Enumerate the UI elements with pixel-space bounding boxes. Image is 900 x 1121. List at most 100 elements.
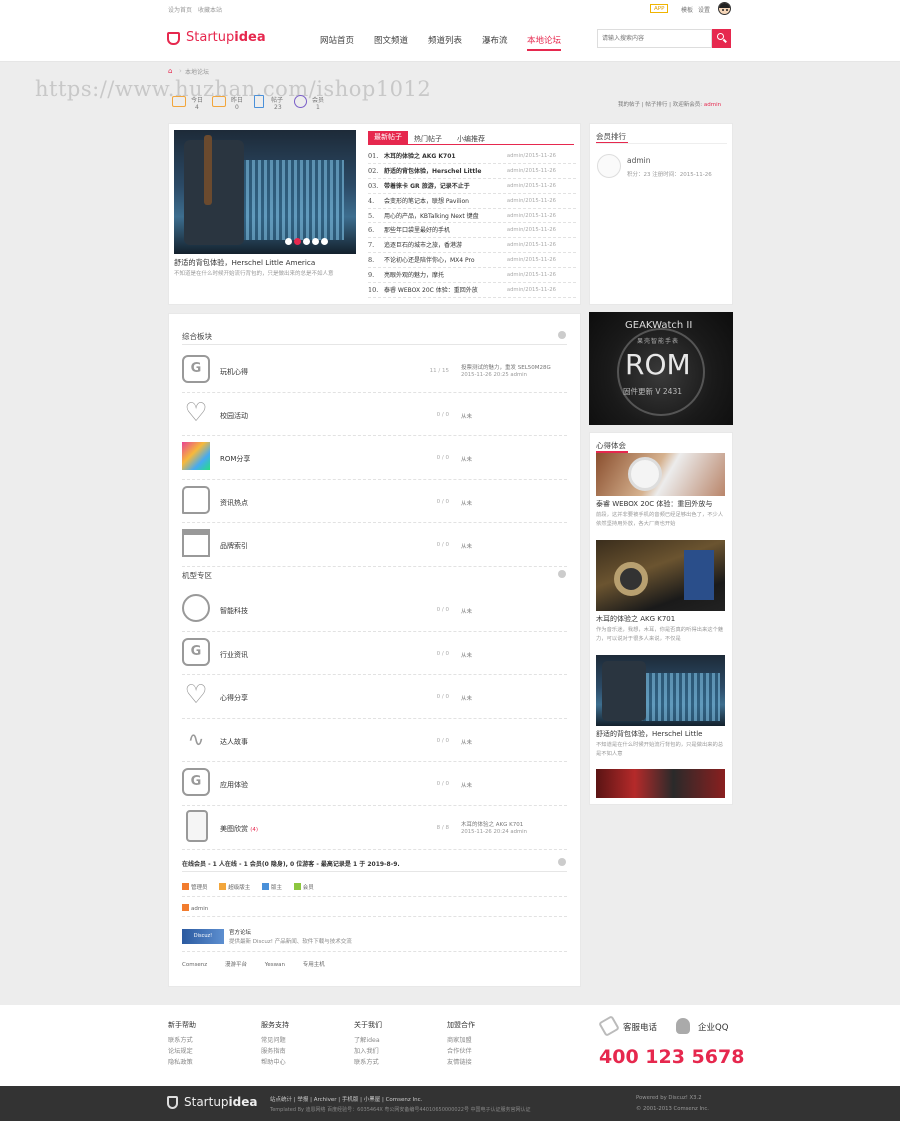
- set-home-link[interactable]: 设为首页: [168, 5, 192, 14]
- pick-image-headphones[interactable]: [596, 540, 725, 611]
- footer-link[interactable]: 隐私政策: [168, 1057, 196, 1068]
- post-title[interactable]: 带着徕卡 GR 旅游，记录不止于: [384, 183, 470, 190]
- forum-row[interactable]: 资讯热点 0 / 0 从未: [182, 480, 567, 524]
- friend-link[interactable]: 漫游平台: [225, 962, 247, 968]
- footer-link[interactable]: 合作伙伴: [447, 1046, 475, 1057]
- post-row[interactable]: 4. 会变形的笔记本，联想 Pavilion admin/2015-11-26: [368, 194, 576, 209]
- forum-row[interactable]: ROM分享 0 / 0 从未: [182, 436, 567, 480]
- post-title[interactable]: 会变形的笔记本，联想 Pavilion: [384, 198, 469, 205]
- my-posts-link[interactable]: 我的帖子: [618, 102, 640, 108]
- forum-name[interactable]: 达人故事: [220, 738, 248, 746]
- post-row[interactable]: 5. 用心的产品，KBTalking Next 键盘 admin/2015-11-2…: [368, 209, 576, 224]
- slider-dot[interactable]: [312, 238, 319, 245]
- collapse-icon[interactable]: [558, 331, 566, 339]
- pick-title[interactable]: 舒适的背包体验，Herschel Little: [596, 729, 702, 739]
- logo[interactable]: Startupidea: [186, 30, 266, 45]
- rank-link[interactable]: 帖子排行: [645, 102, 667, 108]
- nav-waterfall[interactable]: 瀑布流: [482, 34, 508, 46]
- bottom-links[interactable]: 站点统计 | 举报 | Archiver | 手机版 | 小黑屋 | Comse…: [270, 1095, 422, 1103]
- footer-link[interactable]: 加入我们: [354, 1046, 382, 1057]
- tab-latest[interactable]: 最新帖子: [368, 131, 408, 144]
- forum-last-post[interactable]: 从未: [461, 738, 472, 746]
- featured-title[interactable]: 舒适的背包体验，Herschel Little America: [174, 258, 315, 268]
- nav-channels[interactable]: 频道列表: [428, 34, 462, 46]
- tab-recommended[interactable]: 小编推荐: [457, 134, 485, 144]
- forum-last-post[interactable]: 从未: [461, 499, 472, 507]
- avatar[interactable]: [718, 2, 731, 15]
- post-row[interactable]: 01. 木耳的体验之 AKG K701 admin/2015-11-26: [368, 149, 576, 164]
- forum-name[interactable]: 校园活动: [220, 412, 248, 420]
- footer-link[interactable]: 联系方式: [168, 1035, 196, 1046]
- forum-name[interactable]: 美图欣赏: [220, 825, 248, 833]
- post-row[interactable]: 6. 那些年口袋里最好的手机 admin/2015-11-26: [368, 223, 576, 239]
- official-logo[interactable]: Discuz!: [182, 929, 224, 944]
- post-row[interactable]: 8. 不论初心还是陪伴你心，MX4 Pro admin/2015-11-26: [368, 253, 576, 269]
- forum-last-post[interactable]: 从未: [461, 542, 472, 550]
- pick-image-backpack[interactable]: [596, 655, 725, 726]
- featured-image[interactable]: [174, 130, 356, 254]
- newest-member-link[interactable]: admin: [704, 102, 721, 108]
- powered-by[interactable]: Powered by Discuz! X3.2: [636, 1095, 702, 1101]
- forum-row[interactable]: 智能科技 0 / 0 从未: [182, 588, 567, 632]
- footer-link[interactable]: 常见问题: [261, 1035, 289, 1046]
- footer-link[interactable]: 帮助中心: [261, 1057, 289, 1068]
- post-title[interactable]: 不论初心还是陪伴你心，MX4 Pro: [384, 257, 475, 264]
- slider-dot[interactable]: [303, 238, 310, 245]
- forum-row[interactable]: ♡ 校园活动 0 / 0 从未: [182, 393, 567, 437]
- forum-row[interactable]: ∿ 达人故事 0 / 0 从未: [182, 719, 567, 763]
- friend-link[interactable]: Yeswan: [265, 962, 285, 968]
- forum-last-post[interactable]: 从未: [461, 455, 472, 463]
- friend-link[interactable]: 专用主机: [303, 962, 325, 968]
- post-row[interactable]: 02. 舒适的背包体验，Herschel Little admin/2015-11-…: [368, 164, 576, 179]
- forum-name[interactable]: 行业资讯: [220, 651, 248, 659]
- forum-name[interactable]: ROM分享: [220, 455, 250, 463]
- forum-last-post[interactable]: 从未: [461, 607, 472, 615]
- forum-last-post[interactable]: 从未: [461, 651, 472, 659]
- forum-last-post[interactable]: 从未: [461, 412, 472, 420]
- forum-last-post[interactable]: 从未: [461, 781, 472, 789]
- settings-link[interactable]: 设置: [698, 5, 710, 14]
- search-input[interactable]: [597, 29, 712, 48]
- forum-last-post[interactable]: 投票测试的魅力，重发 SEL50M28G: [461, 363, 551, 371]
- qq-label[interactable]: 企业QQ: [698, 1021, 728, 1033]
- footer-link[interactable]: 论坛规定: [168, 1046, 196, 1057]
- post-title[interactable]: 用心的产品，KBTalking Next 键盘: [384, 213, 479, 220]
- official-title[interactable]: 官方论坛: [229, 928, 251, 936]
- slider-dot[interactable]: [285, 238, 292, 245]
- online-user[interactable]: admin: [182, 904, 208, 912]
- bookmark-link[interactable]: 收藏本站: [198, 5, 222, 14]
- slider-dot-active[interactable]: [294, 238, 301, 245]
- forum-name[interactable]: 心得分享: [220, 694, 248, 702]
- friend-link[interactable]: Comsenz: [182, 962, 207, 968]
- post-title[interactable]: 亮眼外观的魅力，摩托: [384, 272, 444, 279]
- pick-image-more[interactable]: [596, 769, 725, 798]
- post-row[interactable]: 10. 泰睿 WEBOX 20C 体验：重回外放 admin/2015-11-26: [368, 283, 576, 298]
- app-badge[interactable]: APP: [650, 4, 669, 13]
- slider-dot[interactable]: [321, 238, 328, 245]
- forum-row[interactable]: ♡ 心得分享 0 / 0 从未: [182, 675, 567, 719]
- forum-row[interactable]: G 应用体验 0 / 0 从未: [182, 762, 567, 806]
- forum-name[interactable]: 智能科技: [220, 607, 248, 615]
- forum-name[interactable]: 玩机心得: [220, 368, 248, 376]
- forum-name[interactable]: 品牌索引: [220, 542, 248, 550]
- pick-title[interactable]: 木耳的体验之 AKG K701: [596, 614, 675, 624]
- post-row[interactable]: 03. 带着徕卡 GR 旅游，记录不止于 admin/2015-11-26: [368, 179, 576, 194]
- search-button[interactable]: [712, 29, 731, 48]
- forum-row[interactable]: G 玩机心得 11 / 15 投票测试的魅力，重发 SEL50M28G 2015-11-…: [182, 349, 567, 393]
- forum-name[interactable]: 应用体验: [220, 781, 248, 789]
- post-title[interactable]: 木耳的体验之 AKG K701: [384, 153, 456, 160]
- footer-logo[interactable]: Startupidea: [184, 1095, 258, 1109]
- footer-link[interactable]: 了解idea: [354, 1035, 382, 1046]
- footer-link[interactable]: 商家加盟: [447, 1035, 475, 1046]
- forum-name[interactable]: 资讯热点: [220, 499, 248, 507]
- nav-home[interactable]: 网站首页: [320, 34, 354, 46]
- breadcrumb[interactable]: 本地论坛: [185, 67, 209, 76]
- forum-last-post[interactable]: 木耳的体验之 AKG K701: [461, 820, 523, 828]
- template-link[interactable]: 模板: [681, 5, 693, 14]
- member-name[interactable]: admin: [627, 156, 651, 165]
- forum-last-post[interactable]: 从未: [461, 694, 472, 702]
- pick-title[interactable]: 泰睿 WEBOX 20C 体验：重回外放与: [596, 499, 726, 509]
- forum-row[interactable]: 美图欣赏 (4) 8 / 8 木耳的体验之 AKG K701 2015-11-26 2…: [182, 806, 567, 850]
- footer-link[interactable]: 联系方式: [354, 1057, 382, 1068]
- post-title[interactable]: 追逐巨石的城市之旅，香港游: [384, 242, 462, 249]
